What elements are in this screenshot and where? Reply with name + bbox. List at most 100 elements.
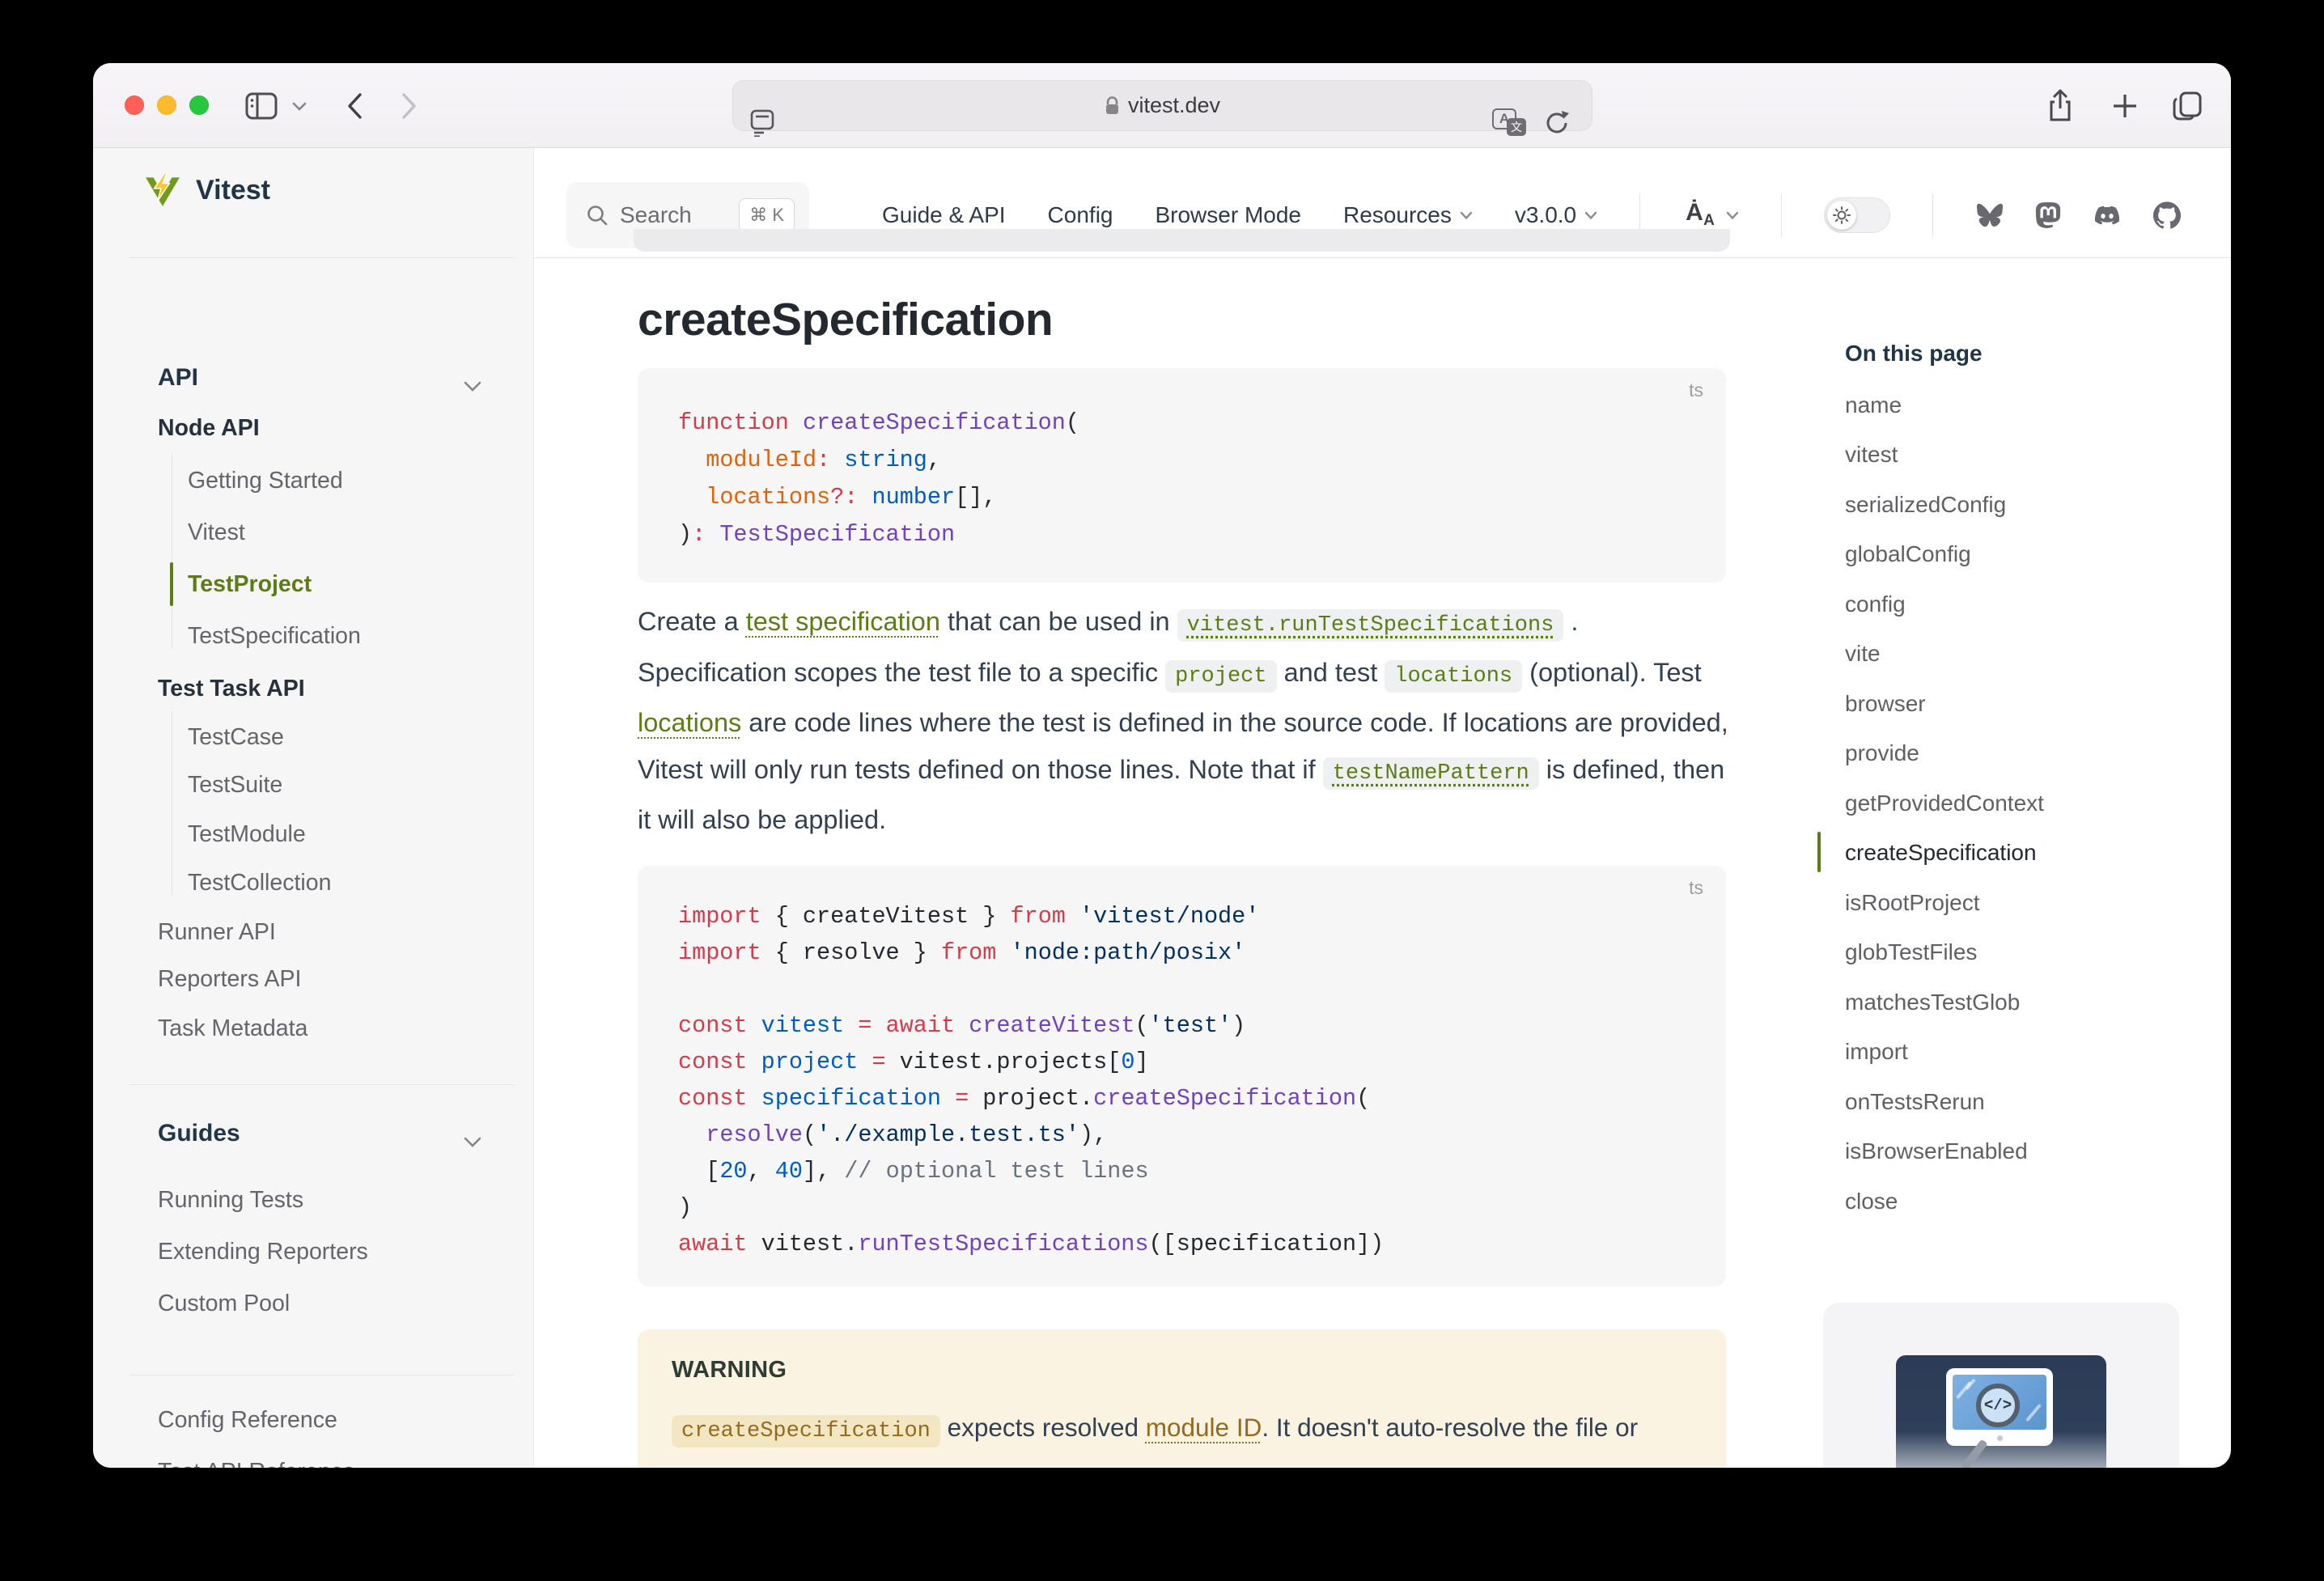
vitest-logo[interactable]: Vitest [144,172,270,208]
divider [1932,193,1933,237]
toc-list: name vitest serializedConfig globalConfi… [1845,380,2185,1227]
toc-item-ontestsrerun[interactable]: onTestsRerun [1845,1089,1985,1115]
toc-title: On this page [1845,341,1983,367]
sidebar-item-testcollection[interactable]: TestCollection [188,870,331,896]
sidebar-item-reporters-api[interactable]: Reporters API [158,966,301,992]
toc-item-createspecification[interactable]: createSpecification [1845,840,2037,866]
sidebar-item-testproject[interactable]: TestProject [188,571,312,597]
toc-active-marker [1817,832,1821,872]
sidebar-item-custom-pool[interactable]: Custom Pool [158,1291,290,1316]
page-title: createSpecification [638,293,1053,346]
back-button[interactable] [336,63,373,148]
sidebar-item-running-tests[interactable]: Running Tests [158,1187,303,1213]
sidebar-chevron-icon[interactable] [286,63,313,148]
sidebar-item-test-task-api[interactable]: Test Task API [158,676,305,701]
inline-code: project [1165,660,1276,693]
forward-button[interactable] [391,63,428,148]
browser-toolbar: vitest.dev A文 [93,63,2231,148]
inline-link[interactable]: module ID [1146,1413,1262,1442]
sponsor-card[interactable]: </> [1823,1303,2179,1468]
search-icon [586,204,609,227]
discord-icon[interactable] [2092,203,2123,227]
codeblock-example[interactable]: ts import { createVitest } from 'vitest/… [638,866,1726,1286]
search-shortcut: ⌘ K [739,198,795,232]
inline-code-link[interactable]: vitest.runTestSpecifications [1177,607,1564,636]
toc-item-name[interactable]: name [1845,392,1902,418]
toc-item-import[interactable]: import [1845,1039,1908,1065]
warning-callout: WARNING createSpecification expects reso… [638,1329,1726,1468]
nav-version[interactable]: v3.0.0 [1515,202,1597,228]
close-window-button[interactable] [125,95,144,115]
toc-item-close[interactable]: close [1845,1189,1898,1214]
inline-code-link[interactable]: testNamePattern [1323,755,1539,784]
url-text[interactable]: vitest.dev [1128,93,1220,118]
divider [129,1084,514,1085]
chevron-down-icon [1584,211,1597,220]
toc-item-isrootproject[interactable]: isRootProject [1845,890,1980,916]
language-menu[interactable]: ȦA [1682,197,1739,233]
logo-text: Vitest [196,175,270,206]
warning-title: WARNING [672,1357,1692,1384]
sidebar-section-guides[interactable]: Guides [158,1121,481,1147]
bluesky-icon[interactable] [1975,202,2004,228]
divider [129,257,514,258]
sidebar-item-task-metadata[interactable]: Task Metadata [158,1015,307,1041]
minimize-window-button[interactable] [157,95,176,115]
inline-link[interactable]: locations [638,708,741,737]
sidebar-item-testsuite[interactable]: TestSuite [188,772,282,798]
monitor-illustration: </> [1946,1368,2053,1446]
toc-item-config[interactable]: config [1845,591,1906,617]
sidebar-item-node-api[interactable]: Node API [158,415,260,441]
toc-item-browser[interactable]: browser [1845,691,1926,717]
theme-toggle[interactable] [1824,197,1890,233]
sidebar-item-testmodule[interactable]: TestModule [188,821,306,847]
sidebar-item-testcase[interactable]: TestCase [188,724,284,750]
toc-item-serializedconfig[interactable]: serializedConfig [1845,492,2006,518]
sidebar-item-getting-started[interactable]: Getting Started [188,468,343,494]
nav-browser-mode[interactable]: Browser Mode [1155,202,1301,228]
sidebar-item-runner-api[interactable]: Runner API [158,919,276,945]
description-paragraph: Create a test specification that can be … [638,599,1732,844]
sidebar-toggle-icon[interactable] [237,63,286,148]
sidebar-item-test-api-reference[interactable]: Test API Reference [158,1459,355,1468]
sidebar-item-vitest[interactable]: Vitest [188,519,245,545]
codeblock-signature[interactable]: ts function createSpecification( moduleI… [638,368,1726,583]
code-example: import { createVitest } from 'vitest/nod… [638,866,1726,1262]
sidebar-item-config-reference[interactable]: Config Reference [158,1407,337,1433]
sidebar-section-api[interactable]: API [158,365,481,391]
address-bar[interactable]: vitest.dev A文 [732,80,1592,131]
nav-resources[interactable]: Resources [1343,202,1473,228]
toc-item-vite[interactable]: vite [1845,641,1881,667]
toc-item-globtestfiles[interactable]: globTestFiles [1845,939,1977,965]
warning-body: createSpecification expects resolved mod… [672,1405,1692,1468]
zoom-window-button[interactable] [189,95,209,115]
chevron-down-icon [464,372,481,398]
share-icon[interactable] [2042,63,2079,148]
toc-item-globalconfig[interactable]: globalConfig [1845,541,1971,567]
previous-codeblock-peek [634,229,1730,252]
nav-guide-api[interactable]: Guide & API [882,202,1006,228]
active-item-marker [170,562,173,606]
toc-item-isbrowserenabled[interactable]: isBrowserEnabled [1845,1138,2028,1164]
inline-code: locations [1385,660,1522,693]
new-tab-icon[interactable] [2106,63,2144,148]
code-signature: function createSpecification( moduleId: … [638,368,1726,553]
inline-link[interactable]: test specification [746,607,940,636]
language-icon: ȦA [1682,197,1718,233]
nav-config[interactable]: Config [1048,202,1113,228]
tab-overview-icon[interactable] [2166,63,2208,148]
toc-item-getprovidedcontext[interactable]: getProvidedContext [1845,790,2044,816]
toc-item-matchestestglob[interactable]: matchesTestGlob [1845,990,2020,1015]
codeblock-lang-badge: ts [1689,379,1703,401]
toc-item-provide[interactable]: provide [1845,740,1919,766]
search-label: Search [620,202,727,228]
sidebar-item-extending-reporters[interactable]: Extending Reporters [158,1239,368,1265]
toc-item-vitest[interactable]: vitest [1845,442,1898,468]
browser-window: vitest.dev A文 Vitest AP [93,63,2231,1468]
mastodon-icon[interactable] [2035,201,2061,229]
github-icon[interactable] [2153,201,2181,229]
sun-icon [1827,201,1856,230]
sidebar-item-testspecification[interactable]: TestSpecification [188,623,361,649]
chevron-down-icon [1726,211,1739,220]
magnifier-code-icon: </> [1976,1384,2020,1427]
